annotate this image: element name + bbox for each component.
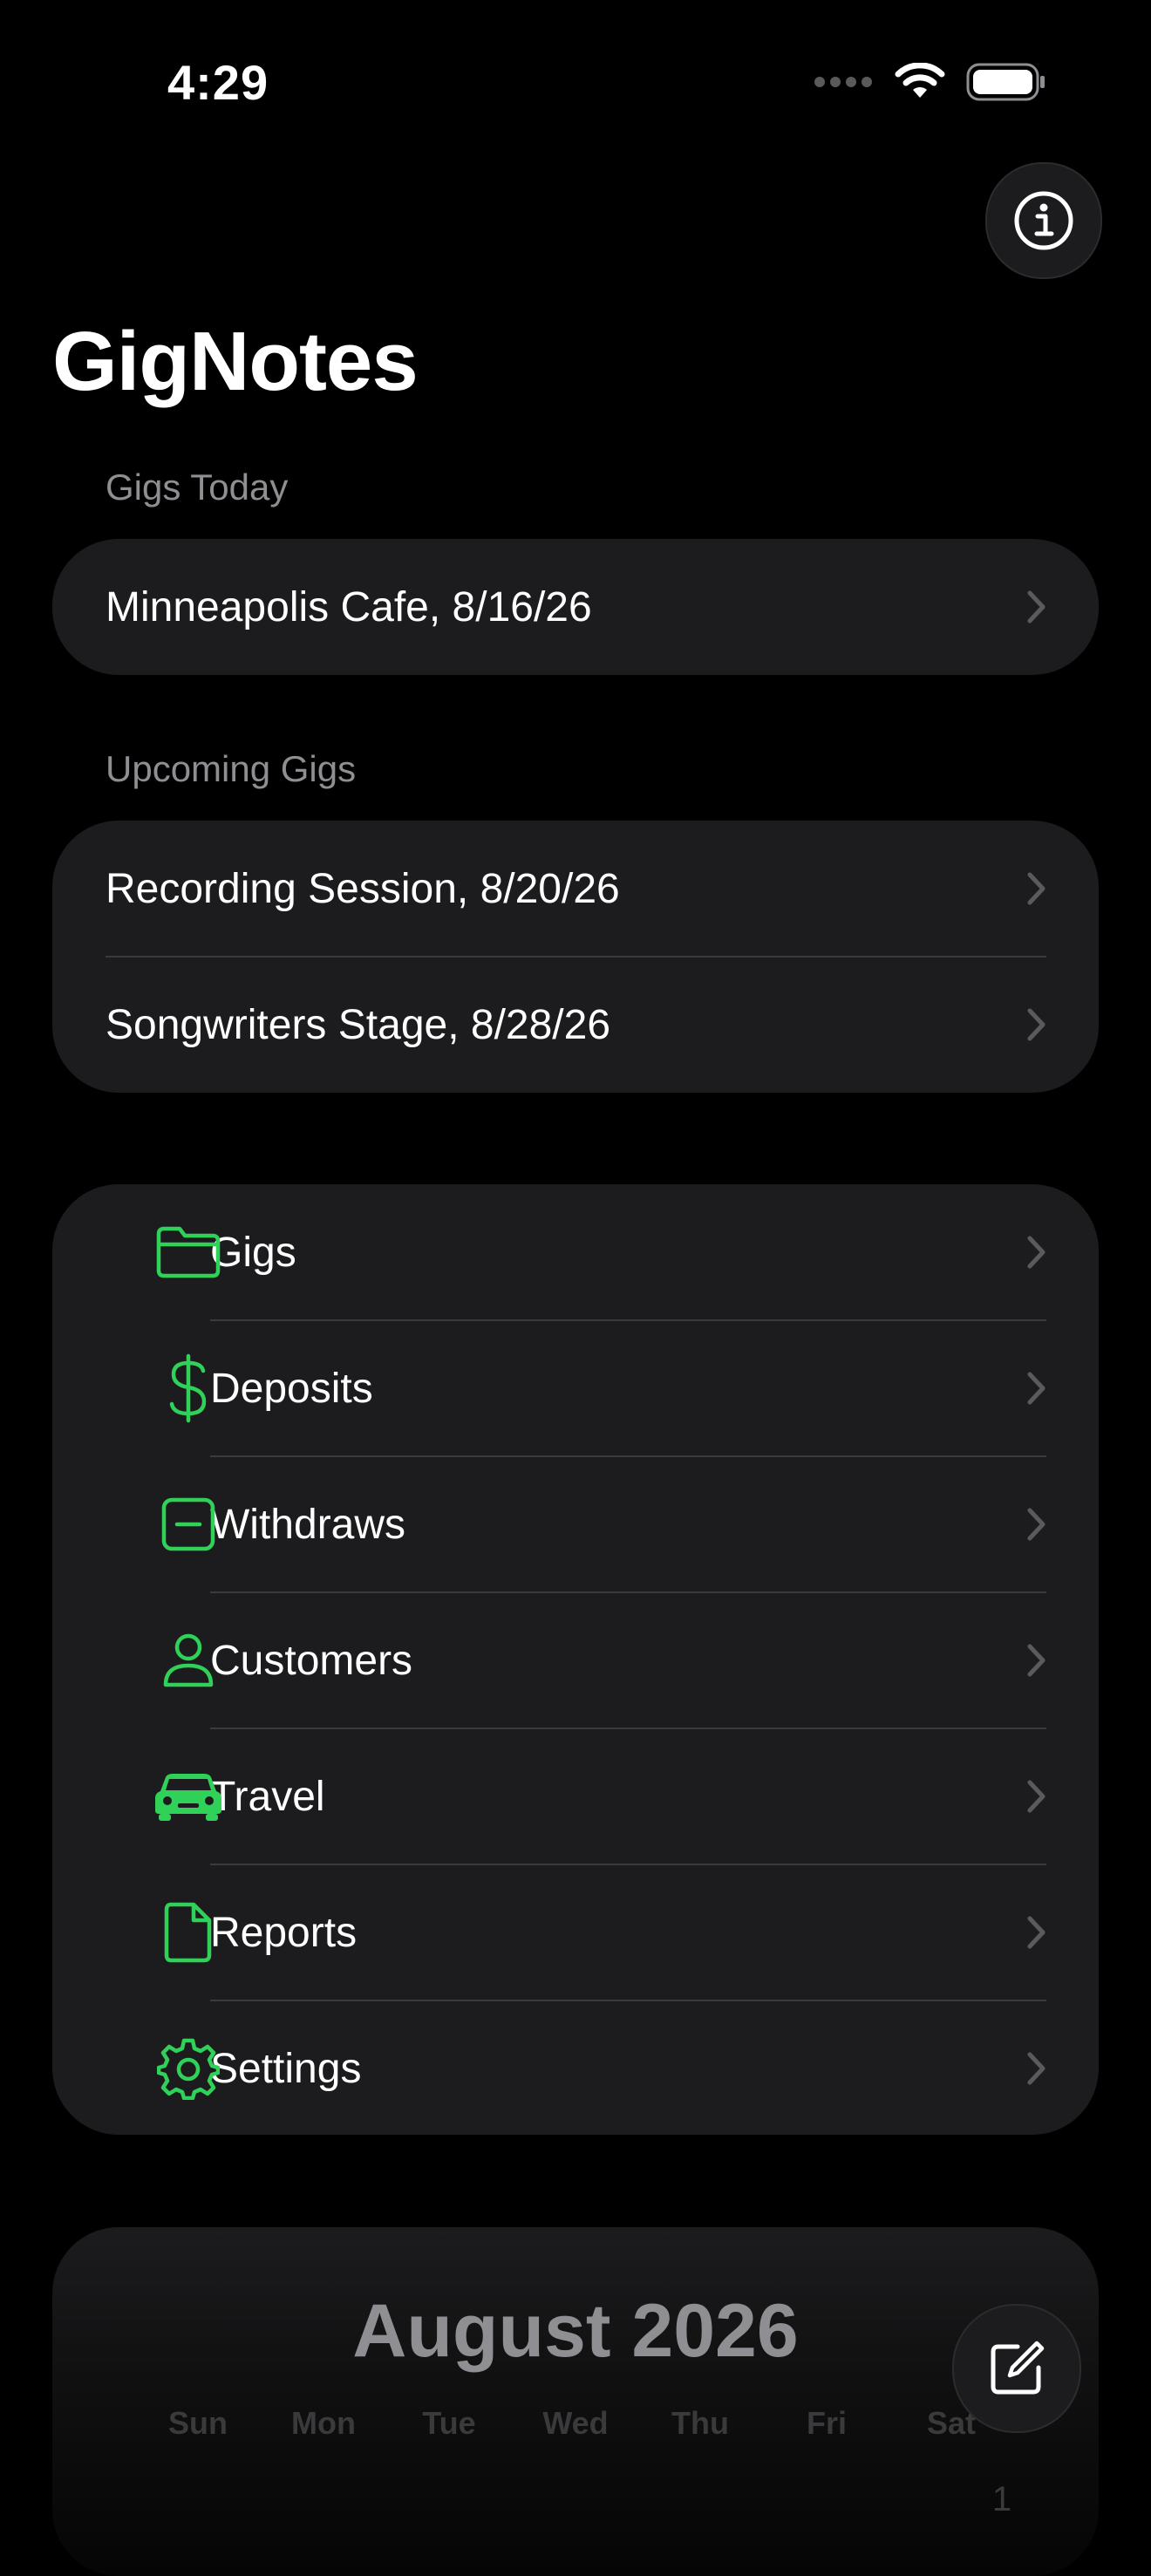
menu-item-gigs[interactable]: Gigs (52, 1184, 1099, 1320)
gigs-today-card: Minneapolis Cafe, 8/16/26 (52, 539, 1099, 675)
status-time: 4:29 (167, 55, 269, 110)
car-icon (153, 1762, 223, 1831)
menu-item-reports[interactable]: Reports (52, 1864, 1099, 2000)
section-header-gigs-today: Gigs Today (106, 467, 289, 508)
chevron-right-icon (1027, 1916, 1045, 1949)
page-title: GigNotes (52, 315, 419, 408)
list-item[interactable]: Songwriters Stage, 8/28/26 (52, 957, 1099, 1093)
battery-icon (966, 63, 1045, 101)
gig-label: Songwriters Stage, 8/28/26 (106, 1001, 611, 1048)
compose-icon (991, 2341, 1045, 2395)
info-button[interactable] (985, 162, 1102, 279)
weekday-label: Sun (168, 2405, 228, 2441)
folder-icon (153, 1217, 223, 1287)
chevron-right-icon (1027, 1644, 1045, 1677)
menu-item-label: Withdraws (210, 1501, 406, 1548)
weekday-label: Fri (806, 2405, 847, 2441)
minus-square-icon (153, 1489, 223, 1559)
chevron-right-icon (1027, 1372, 1045, 1405)
gig-label: Recording Session, 8/20/26 (106, 865, 620, 912)
weekday-label: Mon (291, 2405, 356, 2441)
weekday-label: Tue (422, 2405, 476, 2441)
menu-item-label: Reports (210, 1909, 358, 1956)
menu-item-label: Travel (210, 1773, 325, 1820)
menu-card: Gigs Deposits Withdraws Customers Travel (52, 1184, 1099, 2135)
cellular-signal-icon (814, 77, 872, 87)
info-icon (1014, 191, 1073, 250)
person-icon (153, 1625, 223, 1695)
weekday-label: Thu (671, 2405, 729, 2441)
menu-item-label: Customers (210, 1637, 413, 1684)
calendar-card: August 2026 Sun Mon Tue Wed Thu Fri Sat … (52, 2227, 1099, 2576)
menu-item-customers[interactable]: Customers (52, 1592, 1099, 1728)
list-item[interactable]: Minneapolis Cafe, 8/16/26 (52, 539, 1099, 675)
chevron-right-icon (1027, 2052, 1045, 2085)
calendar-month-title: August 2026 (352, 2289, 799, 2373)
section-header-upcoming-gigs: Upcoming Gigs (106, 748, 357, 789)
chevron-right-icon (1027, 1508, 1045, 1541)
wifi-icon (895, 63, 945, 98)
document-icon (153, 1898, 223, 1967)
upcoming-gigs-card: Recording Session, 8/20/26 Songwriters S… (52, 821, 1099, 1093)
chevron-right-icon (1027, 1236, 1045, 1269)
menu-item-deposits[interactable]: Deposits (52, 1320, 1099, 1456)
status-icons (814, 63, 1046, 101)
gear-icon (153, 2034, 223, 2103)
chevron-right-icon (1027, 1780, 1045, 1813)
chevron-right-icon (1027, 1008, 1045, 1041)
dollar-icon (153, 1353, 223, 1423)
menu-item-label: Settings (210, 2045, 362, 2092)
list-item[interactable]: Recording Session, 8/20/26 (52, 821, 1099, 957)
gig-label: Minneapolis Cafe, 8/16/26 (106, 583, 592, 630)
menu-item-travel[interactable]: Travel (52, 1728, 1099, 1864)
menu-item-withdraws[interactable]: Withdraws (52, 1456, 1099, 1592)
weekday-label: Wed (542, 2405, 609, 2441)
compose-button[interactable] (952, 2304, 1081, 2433)
menu-item-settings[interactable]: Settings (52, 2000, 1099, 2136)
chevron-right-icon (1027, 590, 1045, 624)
calendar-day[interactable]: 1 (954, 2480, 1050, 2519)
chevron-right-icon (1027, 872, 1045, 905)
menu-item-label: Deposits (210, 1365, 373, 1412)
